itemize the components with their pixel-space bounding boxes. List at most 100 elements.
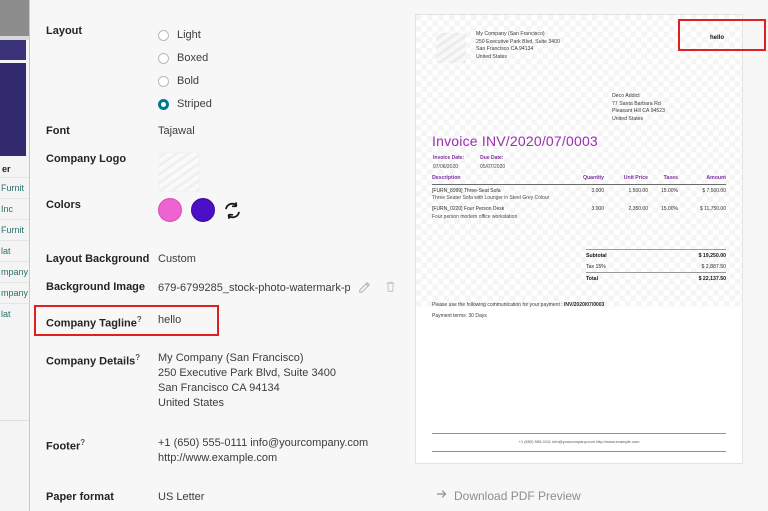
report-layout-dialog: Layout Light Boxed Bold Striped Font Taj… <box>30 0 768 511</box>
list-item[interactable]: lat <box>0 303 30 324</box>
list-item[interactable]: mpany <box>0 282 30 303</box>
total-value: $ 22,137.50 <box>698 275 726 282</box>
font-value[interactable]: Tajawal <box>158 124 406 139</box>
cell-taxes: 15.00% <box>661 206 678 212</box>
preview-due-date: Due Date: 05/07/2020 <box>480 155 505 170</box>
layout-settings-form: Layout Light Boxed Bold Striped Font Taj… <box>30 0 420 511</box>
background-image-row: 679-6799285_stock-photo-watermark-png-ha <box>158 280 426 296</box>
arrow-right-icon <box>436 488 448 503</box>
primary-color-swatch[interactable] <box>158 198 182 222</box>
footer-label: Footer? <box>46 436 158 454</box>
layout-background-value[interactable]: Custom <box>158 252 406 267</box>
background-divider <box>0 420 30 421</box>
help-icon[interactable]: ? <box>80 438 85 447</box>
background-list: er Furnit Inc Furnit lat mpany mpany lat <box>0 160 30 324</box>
tax-value: $ 2,887.50 <box>701 263 726 270</box>
radio-option-boxed[interactable]: Boxed <box>158 47 406 70</box>
invoice-paper: My Company (San Francisco) 250 Executive… <box>415 14 743 464</box>
background-image-label: Background Image <box>46 281 146 293</box>
column-header-amount: Amount <box>706 175 726 181</box>
background-image-filename[interactable]: 679-6799285_stock-photo-watermark-png-ha <box>158 281 350 296</box>
layout-options: Light Boxed Bold Striped <box>158 24 406 116</box>
radio-bold-icon[interactable] <box>158 76 169 87</box>
footer-rule-bottom <box>432 451 726 452</box>
subtotal-value: $ 19,250.00 <box>698 252 726 259</box>
preview-company-logo <box>436 33 466 63</box>
field-background-image: Background Image 679-6799285_stock-photo… <box>38 280 426 296</box>
help-icon[interactable]: ? <box>137 315 142 324</box>
cell-amount: $ 11,750.00 <box>699 206 726 212</box>
field-company-logo: Company Logo <box>38 152 406 192</box>
preview-customer-line: 77 Santa Barbara Rd <box>612 100 661 107</box>
radio-option-striped[interactable]: Striped <box>158 93 406 116</box>
radio-boxed-icon[interactable] <box>158 53 169 64</box>
company-logo-label: Company Logo <box>46 153 127 165</box>
table-header-row: Description Quantity Unit Price Taxes Am… <box>432 175 726 185</box>
table-row: [FURN_8999] Three-Seat Sofa 3.000 1,500.… <box>432 185 726 194</box>
preview-company-line: United States <box>476 53 508 60</box>
colors-label: Colors <box>46 199 81 211</box>
cell-amount: $ 7,500.00 <box>702 187 726 194</box>
field-company-tagline: Company Tagline? hello <box>38 313 406 331</box>
company-details-line: United States <box>158 397 225 409</box>
download-pdf-preview-link[interactable]: Download PDF Preview <box>436 488 581 503</box>
company-details-line: 250 Executive Park Blvd, Suite 3400 <box>158 367 336 379</box>
cell-taxes: 15.00% <box>661 187 678 194</box>
radio-option-light[interactable]: Light <box>158 24 406 47</box>
company-tagline-label: Company Tagline? <box>46 313 158 331</box>
pencil-icon[interactable] <box>358 280 376 296</box>
column-header-taxes: Taxes <box>663 175 678 181</box>
company-details-value[interactable]: My Company (San Francisco) 250 Executive… <box>158 351 406 411</box>
payment-note-reference: INV/2020/07/0003 <box>564 302 605 308</box>
preview-customer-line: Deco Addict <box>612 93 640 99</box>
cell-quantity: 3.000 <box>591 187 604 194</box>
footer-line: +1 (650) 555-0111 info@yourcompany.com <box>158 437 369 449</box>
list-item[interactable]: mpany <box>0 261 30 282</box>
field-layout: Layout Light Boxed Bold Striped <box>38 24 406 116</box>
invoice-date-label: Invoice Date: <box>433 155 465 161</box>
paper-format-value[interactable]: US Letter <box>158 490 406 505</box>
cell-description-sub: Four person modern office workstation <box>432 213 518 220</box>
secondary-color-swatch[interactable] <box>191 198 215 222</box>
field-layout-background: Layout Background Custom <box>38 252 406 267</box>
list-item[interactable]: Inc <box>0 198 30 219</box>
cell-description: [FURN_8999] Three-Seat Sofa <box>432 187 501 194</box>
company-logo-image[interactable] <box>158 152 200 192</box>
cell-unit-price: 1,500.00 <box>628 187 648 194</box>
radio-bold-label: Bold <box>177 75 200 87</box>
company-details-line: My Company (San Francisco) <box>158 352 304 364</box>
cell-description-sub: Three Seater Sofa with Lounger in Steel … <box>432 195 550 201</box>
preview-customer-line: Pleasant Hill CA 94523 <box>612 108 666 115</box>
due-date-label: Due Date: <box>480 155 504 161</box>
invoice-date-value: 07/06/2020 <box>433 163 459 170</box>
radio-option-bold[interactable]: Bold <box>158 70 406 93</box>
total-label: Total <box>586 275 599 282</box>
background-titlebar <box>0 0 30 36</box>
list-item[interactable]: Furnit <box>0 177 30 198</box>
radio-light-label: Light <box>177 29 201 41</box>
subtotal-label: Subtotal <box>586 252 607 259</box>
help-icon[interactable]: ? <box>135 353 140 362</box>
background-window: er Furnit Inc Furnit lat mpany mpany lat <box>0 0 30 511</box>
list-item[interactable]: lat <box>0 240 30 261</box>
list-item[interactable]: Furnit <box>0 219 30 240</box>
radio-light-icon[interactable] <box>158 30 169 41</box>
company-details-label: Company Details? <box>46 351 158 369</box>
field-font: Font Tajawal <box>38 124 406 139</box>
company-tagline-value[interactable]: hello <box>158 313 406 328</box>
footer-rule-top <box>432 433 726 434</box>
footer-value[interactable]: +1 (650) 555-0111 info@yourcompany.com h… <box>158 436 406 466</box>
preview-footer-text: +1 (650) 555-0111 info@yourcompany.com h… <box>518 439 640 444</box>
radio-boxed-label: Boxed <box>177 52 209 64</box>
preview-company-line: My Company (San Francisco) <box>476 31 545 37</box>
pdf-preview-panel: My Company (San Francisco) 250 Executive… <box>415 14 766 503</box>
column-header-description: Description <box>432 175 461 181</box>
refresh-icon[interactable] <box>224 201 241 219</box>
radio-striped-icon[interactable] <box>158 99 169 110</box>
trash-icon[interactable] <box>384 280 402 296</box>
footer-line: http://www.example.com <box>158 452 278 464</box>
preview-customer-address: Deco Addict 77 Santa Barbara Rd Pleasant… <box>612 93 665 123</box>
preview-company-line: 250 Executive Park Blvd, Suite 3400 <box>476 38 560 45</box>
totals-row-total: Total $ 22,137.50 <box>586 272 726 284</box>
column-header-unit-price: Unit Price <box>623 175 648 181</box>
